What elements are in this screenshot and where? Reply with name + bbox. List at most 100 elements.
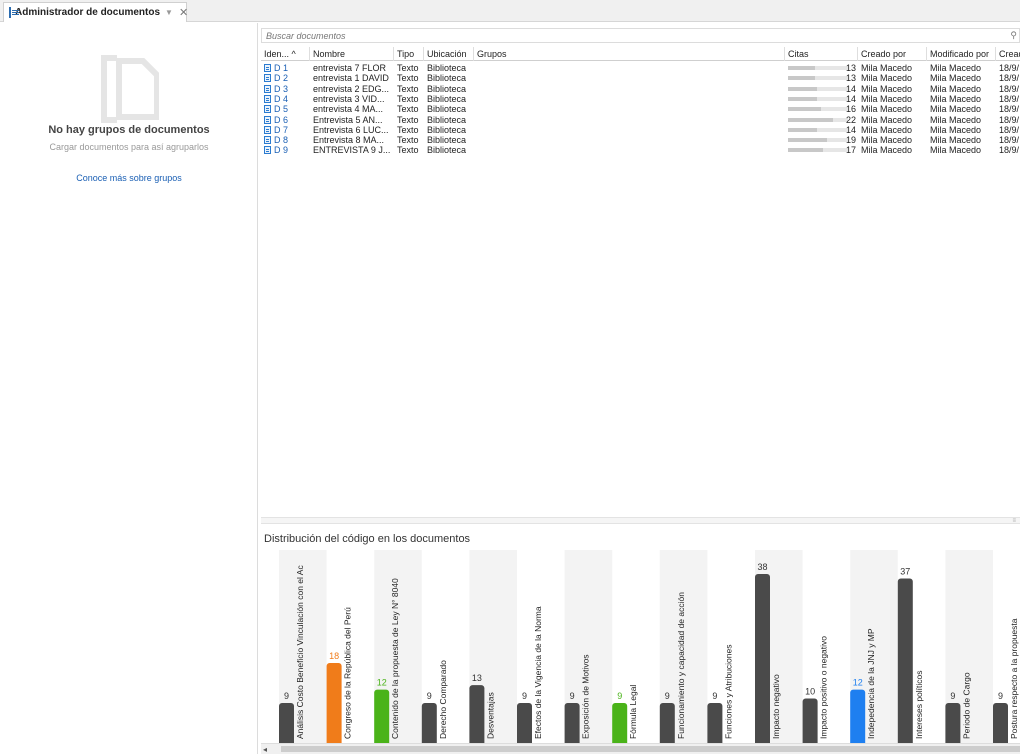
header-modified-by[interactable]: Modificado por bbox=[927, 47, 996, 61]
header-created-by[interactable]: Creado por bbox=[858, 47, 927, 61]
table-row[interactable]: D 5 entrevista 4 MA... Texto Biblioteca 16 Mi… bbox=[261, 104, 1020, 114]
header-quotations[interactable]: Citas bbox=[785, 47, 858, 61]
chart-value-label: 9 bbox=[950, 691, 955, 701]
doc-type-cell-text: Texto bbox=[397, 145, 419, 156]
chart-bar[interactable] bbox=[755, 574, 770, 743]
doc-name-cell: Entrevista 6 LUC... bbox=[310, 125, 394, 135]
chart-bar[interactable] bbox=[993, 702, 1008, 743]
doc-created-by-cell-text: Mila Macedo bbox=[861, 93, 913, 104]
pane-splitter[interactable]: ≡ bbox=[261, 517, 1020, 524]
chart-category-label: Efectos de la Vigencia de la Norma bbox=[533, 606, 543, 739]
doc-created-by-cell: Mila Macedo bbox=[858, 94, 927, 104]
doc-created-by-cell: Mila Macedo bbox=[858, 63, 927, 73]
doc-created-cell-text: 18/9/ bbox=[999, 145, 1020, 156]
table-row[interactable]: D 1 entrevista 7 FLOR Texto Biblioteca 13 Mil… bbox=[261, 63, 1020, 73]
tab-document-manager[interactable]: Administrador de documentos ▼ ✕ bbox=[3, 2, 188, 22]
doc-created-cell-text: 18/9/ bbox=[999, 83, 1020, 94]
doc-created-cell: 18/9/ bbox=[996, 63, 1020, 73]
doc-id-text: D 4 bbox=[274, 93, 289, 104]
doc-name-cell: ENTREVISTA 9 J... bbox=[310, 145, 394, 155]
chart-value-label: 9 bbox=[522, 691, 527, 701]
chart-bar[interactable] bbox=[659, 702, 675, 743]
quotations-bar-fill bbox=[788, 76, 815, 81]
chart-category-label: Funciones y Atribuciones bbox=[723, 645, 733, 740]
doc-modified-by-cell: Mila Macedo bbox=[927, 135, 996, 145]
chart-category-label: Postura respecto a la propuesta bbox=[1009, 618, 1019, 739]
doc-id-cell: D 4 bbox=[261, 94, 310, 104]
doc-type-cell-text: Texto bbox=[397, 124, 419, 135]
doc-id-text: D 1 bbox=[274, 63, 289, 73]
search-input[interactable] bbox=[266, 30, 1019, 41]
doc-name-cell: Entrevista 5 AN... bbox=[310, 115, 394, 125]
chart-value-label: 9 bbox=[665, 691, 670, 701]
tab-close-icon[interactable]: ✕ bbox=[179, 6, 188, 19]
doc-name-cell: entrevista 2 EDG... bbox=[310, 84, 394, 94]
chart-bar[interactable] bbox=[469, 685, 485, 743]
learn-more-groups-link[interactable]: Conoce más sobre grupos bbox=[0, 173, 258, 183]
doc-modified-by-cell: Mila Macedo bbox=[927, 94, 996, 104]
doc-name-cell: entrevista 7 FLOR bbox=[310, 63, 394, 73]
table-row[interactable]: D 9 ENTREVISTA 9 J... Texto Biblioteca 17 Mil… bbox=[261, 145, 1020, 155]
doc-id-text: D 3 bbox=[274, 83, 289, 94]
code-distribution-chart: 9 Análisis Costo Beneficio Vinculación co… bbox=[261, 550, 1020, 743]
header-groups[interactable]: Grupos bbox=[474, 47, 785, 61]
doc-quotations-cell: 16 bbox=[785, 104, 858, 114]
doc-location-cell-text: Biblioteca bbox=[427, 145, 467, 156]
distribution-title: Distribución del código en los documento… bbox=[264, 533, 471, 545]
doc-modified-by-cell-text: Mila Macedo bbox=[930, 104, 982, 115]
tab-dropdown-icon[interactable]: ▼ bbox=[165, 8, 173, 17]
header-created[interactable]: Cread bbox=[996, 47, 1020, 61]
table-row[interactable]: D 7 Entrevista 6 LUC... Texto Biblioteca 14 M… bbox=[261, 125, 1020, 135]
scrollbar-thumb[interactable] bbox=[281, 746, 1020, 752]
groups-pane: No hay grupos de documentos Cargar docum… bbox=[0, 23, 258, 754]
chart-bar[interactable] bbox=[279, 702, 294, 743]
doc-id-cell: D 5 bbox=[261, 104, 310, 114]
table-row[interactable]: D 6 Entrevista 5 AN... Texto Biblioteca 22 Mi… bbox=[261, 115, 1020, 125]
chart-svg: 9 Análisis Costo Beneficio Vinculación co… bbox=[279, 550, 1019, 743]
chart-bar[interactable] bbox=[326, 662, 342, 743]
table-row[interactable]: D 2 entrevista 1 DAVID Texto Biblioteca 13 Mi… bbox=[261, 73, 1020, 83]
text-document-icon bbox=[264, 64, 271, 72]
doc-type-cell-text: Texto bbox=[397, 104, 419, 115]
chart-bar[interactable] bbox=[850, 689, 866, 743]
quotations-bar-fill bbox=[788, 148, 823, 153]
chart-bar[interactable] bbox=[421, 702, 437, 743]
chart-category-label: Derecho Comparado bbox=[438, 660, 448, 739]
chart-category-label: Impacto negativo bbox=[771, 674, 781, 739]
documents-table: Iden... ^ Nombre Tipo Ubicación Grupos Citas C… bbox=[261, 47, 1020, 517]
table-row[interactable]: D 8 Entrevista 8 MA... Texto Biblioteca 19 Mi… bbox=[261, 135, 1020, 145]
chart-bar[interactable] bbox=[612, 702, 628, 743]
doc-type-cell: Texto bbox=[394, 73, 424, 83]
doc-id-cell: D 2 bbox=[261, 73, 310, 83]
splitter-grip-icon[interactable]: ≡ bbox=[1012, 518, 1016, 524]
doc-type-cell: Texto bbox=[394, 145, 424, 155]
table-row[interactable]: D 3 entrevista 2 EDG... Texto Biblioteca 14 M… bbox=[261, 84, 1020, 94]
header-type[interactable]: Tipo bbox=[394, 47, 424, 61]
chart-bar[interactable] bbox=[707, 702, 723, 743]
table-row[interactable]: D 4 entrevista 3 VID... Texto Biblioteca 14 M… bbox=[261, 94, 1020, 104]
doc-id-text: D 6 bbox=[274, 114, 289, 125]
chart-bar[interactable] bbox=[564, 702, 580, 743]
chart-bar[interactable] bbox=[374, 689, 390, 743]
scroll-left-icon[interactable]: ◂ bbox=[263, 745, 267, 754]
doc-name-cell-text: Entrevista 6 LUC... bbox=[313, 124, 389, 135]
header-identifier[interactable]: Iden... ^ bbox=[261, 47, 310, 61]
horizontal-scrollbar[interactable]: ◂ bbox=[261, 743, 1020, 754]
quotations-bar bbox=[788, 117, 848, 122]
quotations-count: 19 bbox=[845, 135, 856, 146]
doc-created-by-cell-text: Mila Macedo bbox=[861, 124, 913, 135]
doc-id-cell: D 9 bbox=[261, 145, 310, 155]
chart-bar[interactable] bbox=[517, 702, 532, 743]
doc-type-cell-text: Texto bbox=[397, 63, 419, 73]
header-name[interactable]: Nombre bbox=[310, 47, 394, 61]
search-icon[interactable]: ⚲ bbox=[1010, 30, 1017, 41]
doc-created-by-cell: Mila Macedo bbox=[858, 84, 927, 94]
quotations-bar bbox=[788, 76, 848, 81]
chart-bar[interactable] bbox=[897, 578, 913, 743]
header-location[interactable]: Ubicación bbox=[424, 47, 474, 61]
chart-bar[interactable] bbox=[945, 702, 961, 743]
chart-bar[interactable] bbox=[802, 698, 818, 743]
doc-created-cell: 18/9/ bbox=[996, 125, 1020, 135]
doc-type-cell-text: Texto bbox=[397, 135, 419, 146]
doc-location-cell: Biblioteca bbox=[424, 63, 474, 73]
